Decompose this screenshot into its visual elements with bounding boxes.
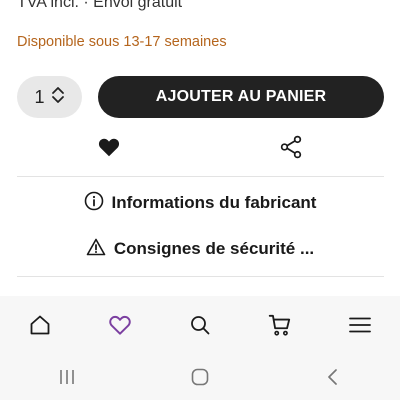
safety-instructions-label: Consignes de sécurité ... [113, 239, 315, 258]
availability-text: Disponible sous 13-17 semaines [17, 34, 227, 50]
vat-shipping-note: TVA incl. · Envoi gratuit [17, 0, 183, 11]
system-navigation-bar [0, 354, 400, 400]
home-icon[interactable] [20, 305, 60, 345]
info-circle-icon [84, 191, 104, 216]
divider [17, 276, 384, 277]
share-icon[interactable] [278, 134, 304, 160]
cart-icon[interactable] [260, 305, 300, 345]
heart-outline-icon[interactable] [100, 305, 140, 345]
menu-icon[interactable] [340, 305, 380, 345]
bottom-navigation [0, 296, 400, 354]
quantity-stepper[interactable]: 1 [17, 76, 82, 118]
safety-instructions-link[interactable]: Consignes de sécurité ... [0, 234, 400, 264]
quantity-value: 1 [34, 86, 45, 107]
manufacturer-info-link[interactable]: Informations du fabricant [0, 188, 400, 218]
heart-filled-icon[interactable] [96, 134, 122, 160]
back-icon[interactable] [313, 357, 353, 397]
add-to-cart-button[interactable]: AJOUTER AU PANIER [98, 76, 384, 118]
warning-triangle-icon [86, 237, 106, 262]
search-icon[interactable] [180, 305, 220, 345]
home-pill-icon[interactable] [180, 357, 220, 397]
divider [17, 176, 384, 177]
manufacturer-info-label: Informations du fabricant [111, 193, 317, 212]
recents-icon[interactable] [47, 357, 87, 397]
chevron-up-down-icon [51, 86, 65, 109]
